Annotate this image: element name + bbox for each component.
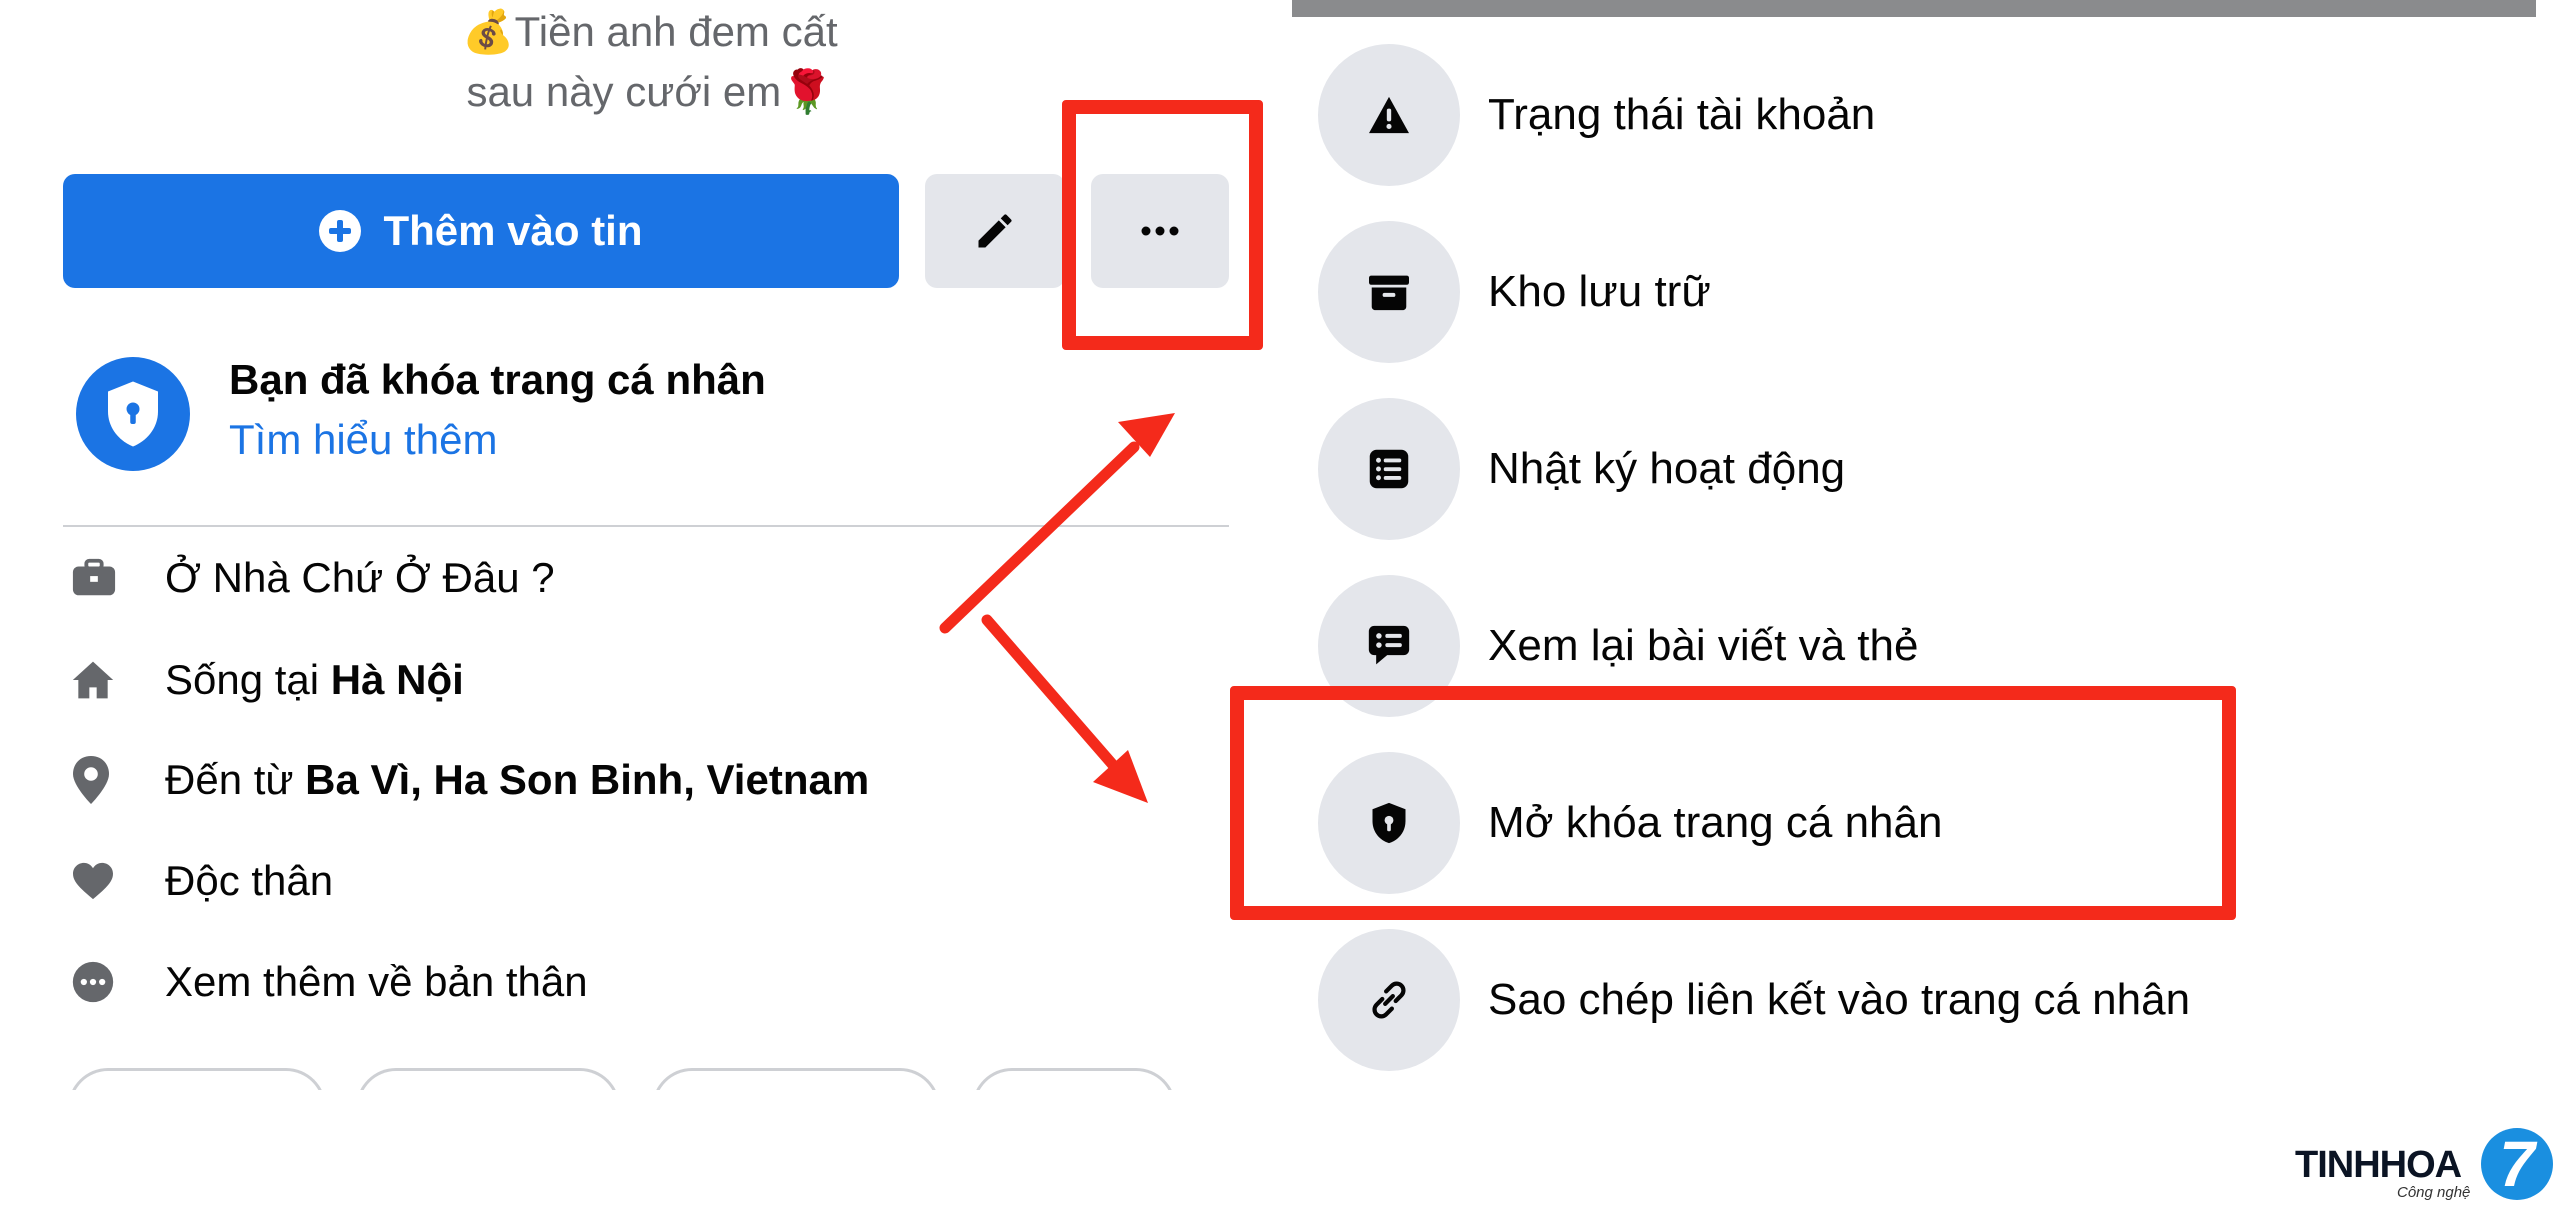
arrow-to-menu [939, 413, 1175, 634]
add-to-story-button[interactable]: Thêm vào tin [63, 174, 899, 288]
see-more-about-text: Xem thêm về bản thân [165, 958, 588, 1005]
menu-label-review-posts: Xem lại bài viết và thẻ [1488, 621, 1919, 670]
detail-row-work: Ở Nhà Chứ Ở Đâu ? [63, 543, 555, 613]
profile-bio: 💰Tiền anh đem cất sau này cưới em🌹 [390, 2, 910, 122]
link-icon [1372, 981, 1406, 1019]
review-posts-icon [1368, 625, 1410, 665]
brand-logo: TINHHOA Công nghệ 7 [2295, 1128, 2555, 1208]
menu-item-activity-log[interactable]: Nhật ký hoạt động [1318, 398, 1845, 540]
logo-badge-number: 7 [2499, 1128, 2535, 1200]
logo-badge: 7 [2481, 1128, 2553, 1200]
activity-log-icon [1369, 449, 1409, 489]
detail-row-lives-in: Sống tại Hà Nội [63, 645, 464, 715]
detail-lives-prefix: Sống tại [165, 656, 331, 703]
chip-3[interactable] [652, 1068, 940, 1090]
pencil-icon [978, 214, 1012, 248]
detail-hometown-prefix: Đến từ [165, 756, 306, 803]
detail-lives-city[interactable]: Hà Nội [331, 656, 464, 703]
logo-brand-text: TINHHOA [2295, 1144, 2462, 1186]
menu-item-copy-link[interactable]: Sao chép liên kết vào trang cá nhân [1318, 929, 2190, 1071]
learn-more-link[interactable]: Tìm hiểu thêm [229, 416, 497, 464]
chip-4[interactable] [972, 1068, 1176, 1090]
detail-work-text: Ở Nhà Chứ Ở Đâu ? [165, 554, 555, 601]
detail-row-relationship: Độc thân [63, 846, 333, 916]
menu-label-copy-link: Sao chép liên kết vào trang cá nhân [1488, 975, 2191, 1024]
logo-tagline: Công nghệ [2397, 1184, 2471, 1201]
bio-line-1: 💰Tiền anh đem cất [462, 8, 838, 55]
previous-screen-strip [1292, 0, 2536, 17]
briefcase-icon [72, 558, 116, 596]
profile-lock-badge [76, 357, 190, 471]
more-circle-icon [72, 961, 114, 1003]
menu-item-archive[interactable]: Kho lưu trữ [1318, 221, 1711, 363]
add-to-story-label: Thêm vào tin [383, 207, 643, 254]
highlight-box-unlock-profile [1230, 686, 2236, 920]
highlight-box-more-button [1062, 100, 1263, 350]
detail-row-hometown: Đến từ Ba Vì, Ha Son Binh, Vietnam [63, 745, 869, 815]
menu-label-account-status: Trạng thái tài khoản [1488, 90, 1876, 139]
arrow-to-unlock [981, 614, 1148, 803]
detail-row-see-more[interactable]: Xem thêm về bản thân [63, 947, 588, 1017]
profile-locked-title: Bạn đã khóa trang cá nhân [229, 356, 766, 403]
warning-icon [1369, 96, 1409, 134]
plus-circle-icon [319, 210, 362, 252]
bio-line-2: sau này cưới em🌹 [466, 68, 834, 115]
chip-2[interactable] [356, 1068, 620, 1090]
detail-hometown-place[interactable]: Ba Vì, Ha Son Binh, Vietnam [305, 756, 869, 803]
location-pin-icon [73, 756, 109, 804]
edit-profile-button[interactable] [925, 174, 1065, 288]
chip-1[interactable] [68, 1068, 326, 1090]
shield-lock-icon [108, 381, 158, 447]
home-icon [72, 661, 114, 699]
chip-row-cropped [0, 1068, 1240, 1090]
heart-icon [73, 862, 113, 900]
detail-relationship-text: Độc thân [165, 857, 334, 904]
menu-label-activity-log: Nhật ký hoạt động [1488, 444, 1846, 493]
menu-item-account-status[interactable]: Trạng thái tài khoản [1318, 44, 1875, 186]
section-divider [63, 525, 1229, 527]
menu-label-archive: Kho lưu trữ [1488, 267, 1711, 316]
archive-icon [1369, 275, 1409, 311]
